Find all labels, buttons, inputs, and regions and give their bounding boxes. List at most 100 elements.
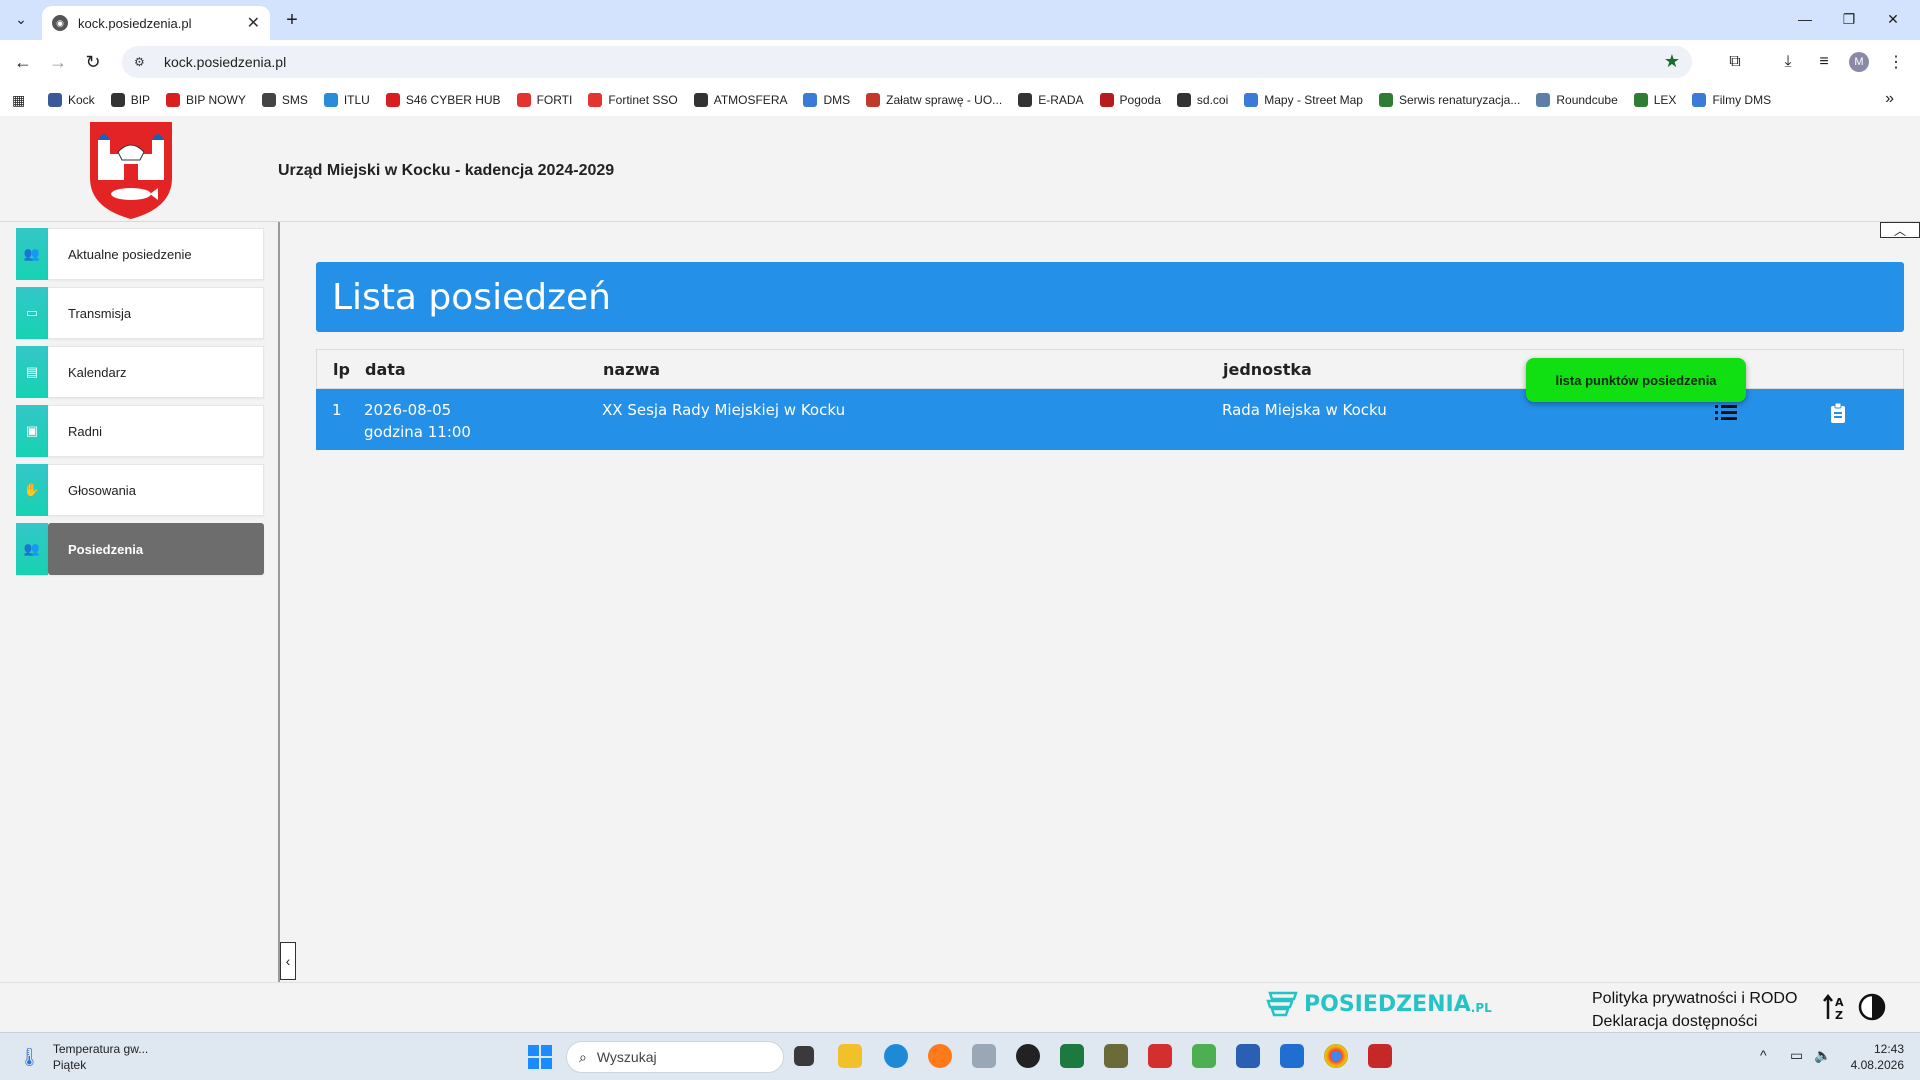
download-icon[interactable]: ⤓	[1776, 50, 1800, 74]
sidebar-item-councillors[interactable]: ▣ Radni	[16, 405, 264, 457]
bookmark-label: ATMOSFERA	[713, 93, 788, 107]
word-icon[interactable]	[1236, 1044, 1260, 1068]
network-icon[interactable]: ▭	[1790, 1047, 1803, 1064]
search-placeholder: Wyszukaj	[596, 1049, 657, 1065]
network-app-icon[interactable]	[972, 1044, 996, 1068]
scroll-top-button[interactable]: ︿	[1880, 222, 1920, 238]
row-date-value: 2026-08-05	[364, 401, 452, 419]
new-tab-icon[interactable]: +	[280, 8, 304, 32]
sidebar-item-sessions[interactable]: 👥 Posiedzenia	[16, 523, 264, 575]
browser-tab[interactable]: ◉ kock.posiedzenia.pl ✕	[42, 6, 270, 40]
obs-icon[interactable]	[1016, 1044, 1040, 1068]
apps-grid-icon[interactable]: ▦	[12, 92, 28, 109]
bookmark-item[interactable]: Kock	[48, 93, 95, 107]
bookmark-item[interactable]: S46 CYBER HUB	[385, 93, 501, 107]
bookmark-item[interactable]: SMS	[261, 93, 308, 107]
menu-icon[interactable]: ⋮	[1884, 50, 1908, 74]
collapse-sidebar-button[interactable]: ‹	[280, 942, 296, 980]
bookmark-item[interactable]: DMS	[803, 93, 850, 107]
bookmark-item[interactable]: ITLU	[323, 93, 370, 107]
bookmark-favicon-icon	[803, 93, 818, 107]
forward-icon[interactable]: →	[45, 49, 71, 75]
bookmark-item[interactable]: Mapy - Street Map	[1244, 93, 1363, 107]
row-name[interactable]: XX Sesja Rady Miejskiej w Kocku	[602, 399, 845, 421]
tool-app-icon[interactable]	[1104, 1044, 1128, 1068]
weather-widget[interactable]: 🌡 Temperatura gw... Piątek	[18, 1041, 148, 1073]
sidebar-item-label: Transmisja	[48, 287, 264, 339]
bookmark-item[interactable]: BIP NOWY	[166, 93, 246, 107]
contrast-icon[interactable]	[1856, 991, 1888, 1023]
bookmark-item[interactable]: FORTI	[516, 93, 572, 107]
excel-icon[interactable]	[1060, 1044, 1084, 1068]
row-lp: 1	[332, 401, 342, 419]
tray-expand-icon[interactable]: ^	[1760, 1047, 1767, 1063]
video-icon: ▭	[16, 287, 48, 339]
sidebar-item-votes[interactable]: ✋ Głosowania	[16, 464, 264, 516]
more-bookmarks-icon[interactable]: »	[1885, 90, 1894, 108]
footer-links: Polityka prywatności i RODO Deklaracja d…	[1592, 987, 1797, 1033]
bookmark-favicon-icon	[1536, 93, 1551, 107]
windows-start-icon[interactable]	[528, 1045, 552, 1069]
bookmark-item[interactable]: LEX	[1633, 93, 1677, 107]
row-unit: Rada Miejska w Kocku	[1222, 401, 1387, 419]
bookmark-favicon-icon	[516, 93, 531, 107]
bookmark-label: LEX	[1653, 93, 1677, 107]
tab-title: kock.posiedzenia.pl	[78, 15, 192, 31]
clipboard-icon[interactable]	[1826, 401, 1850, 425]
bookmark-item[interactable]: BIP	[110, 93, 150, 107]
media-icon[interactable]: ≡	[1812, 50, 1836, 74]
row-date: 2026-08-05 godzina 11:00	[364, 399, 471, 443]
bookmark-favicon-icon	[1244, 93, 1259, 107]
sidebar-item-transmission[interactable]: ▭ Transmisja	[16, 287, 264, 339]
browser-tab-bar: ⌄ ◉ kock.posiedzenia.pl ✕ + — ❐ ✕	[0, 0, 1920, 40]
sidebar-item-calendar[interactable]: ▤ Kalendarz	[16, 346, 264, 398]
acrobat-icon[interactable]	[1368, 1044, 1392, 1068]
task-view-icon[interactable]	[794, 1046, 814, 1066]
back-icon[interactable]: ←	[10, 49, 36, 75]
reload-icon[interactable]: ↻	[80, 49, 106, 75]
extensions-icon[interactable]: ⧉	[1723, 50, 1747, 74]
firefox-icon[interactable]	[928, 1044, 952, 1068]
profile-avatar[interactable]: M	[1849, 52, 1869, 72]
bookmark-label: E-RADA	[1038, 93, 1084, 107]
bookmark-item[interactable]: sd.coi	[1176, 93, 1228, 107]
minimize-icon[interactable]: —	[1790, 6, 1820, 32]
address-bar[interactable]: ⚙ kock.posiedzenia.pl ★	[122, 46, 1692, 78]
bookmark-item[interactable]: ATMOSFERA	[693, 93, 788, 107]
bookmark-item[interactable]: Fortinet SSO	[588, 93, 678, 107]
accessibility-link[interactable]: Deklaracja dostępności	[1592, 1010, 1797, 1033]
bookmark-star-icon[interactable]: ★	[1664, 51, 1680, 72]
posiedzenia-brand-logo[interactable]: POSIEDZENIA .PL	[1266, 991, 1492, 1017]
chrome-icon[interactable]	[1324, 1044, 1348, 1068]
bookmark-item[interactable]: Roundcube	[1536, 93, 1618, 107]
page-title: Lista posiedzeń	[316, 262, 1904, 332]
volume-icon[interactable]: 🔈	[1814, 1047, 1831, 1064]
bookmark-item[interactable]: Filmy DMS	[1692, 93, 1771, 107]
sidebar-item-label: Radni	[48, 405, 264, 457]
agenda-list-icon[interactable]	[1714, 401, 1738, 425]
restore-icon[interactable]: ❐	[1834, 6, 1864, 32]
bookmark-favicon-icon	[385, 93, 400, 107]
camera-app-icon[interactable]	[1148, 1044, 1172, 1068]
sidebar-item-current-session[interactable]: 👥 Aktualne posiedzenie	[16, 228, 264, 280]
bookmark-label: Serwis renaturyzacja...	[1398, 93, 1521, 107]
bookmark-item[interactable]: Pogoda	[1099, 93, 1161, 107]
bookmark-item[interactable]: Serwis renaturyzacja...	[1378, 93, 1521, 107]
tab-search-icon[interactable]: ⌄	[8, 6, 34, 32]
edge-icon[interactable]	[884, 1044, 908, 1068]
taskbar-search[interactable]: ⌕ Wyszukaj	[566, 1041, 784, 1073]
privacy-link[interactable]: Polityka prywatności i RODO	[1592, 987, 1797, 1010]
bookmark-item[interactable]: E-RADA	[1018, 93, 1084, 107]
green-app-icon[interactable]	[1192, 1044, 1216, 1068]
bookmark-favicon-icon	[166, 93, 181, 107]
bookmark-favicon-icon	[866, 93, 881, 107]
close-window-icon[interactable]: ✕	[1878, 6, 1908, 32]
bookmark-item[interactable]: Załatw sprawę - UO...	[866, 93, 1002, 107]
site-settings-icon[interactable]: ⚙	[134, 55, 152, 69]
font-size-icon[interactable]: A Z	[1820, 991, 1852, 1023]
tab-close-icon[interactable]: ✕	[247, 13, 260, 33]
file-explorer-icon[interactable]	[838, 1044, 862, 1068]
brand-text: POSIEDZENIA	[1304, 991, 1471, 1017]
outlook-icon[interactable]	[1280, 1044, 1304, 1068]
system-clock[interactable]: 12:43 4.08.2026	[1846, 1041, 1904, 1073]
